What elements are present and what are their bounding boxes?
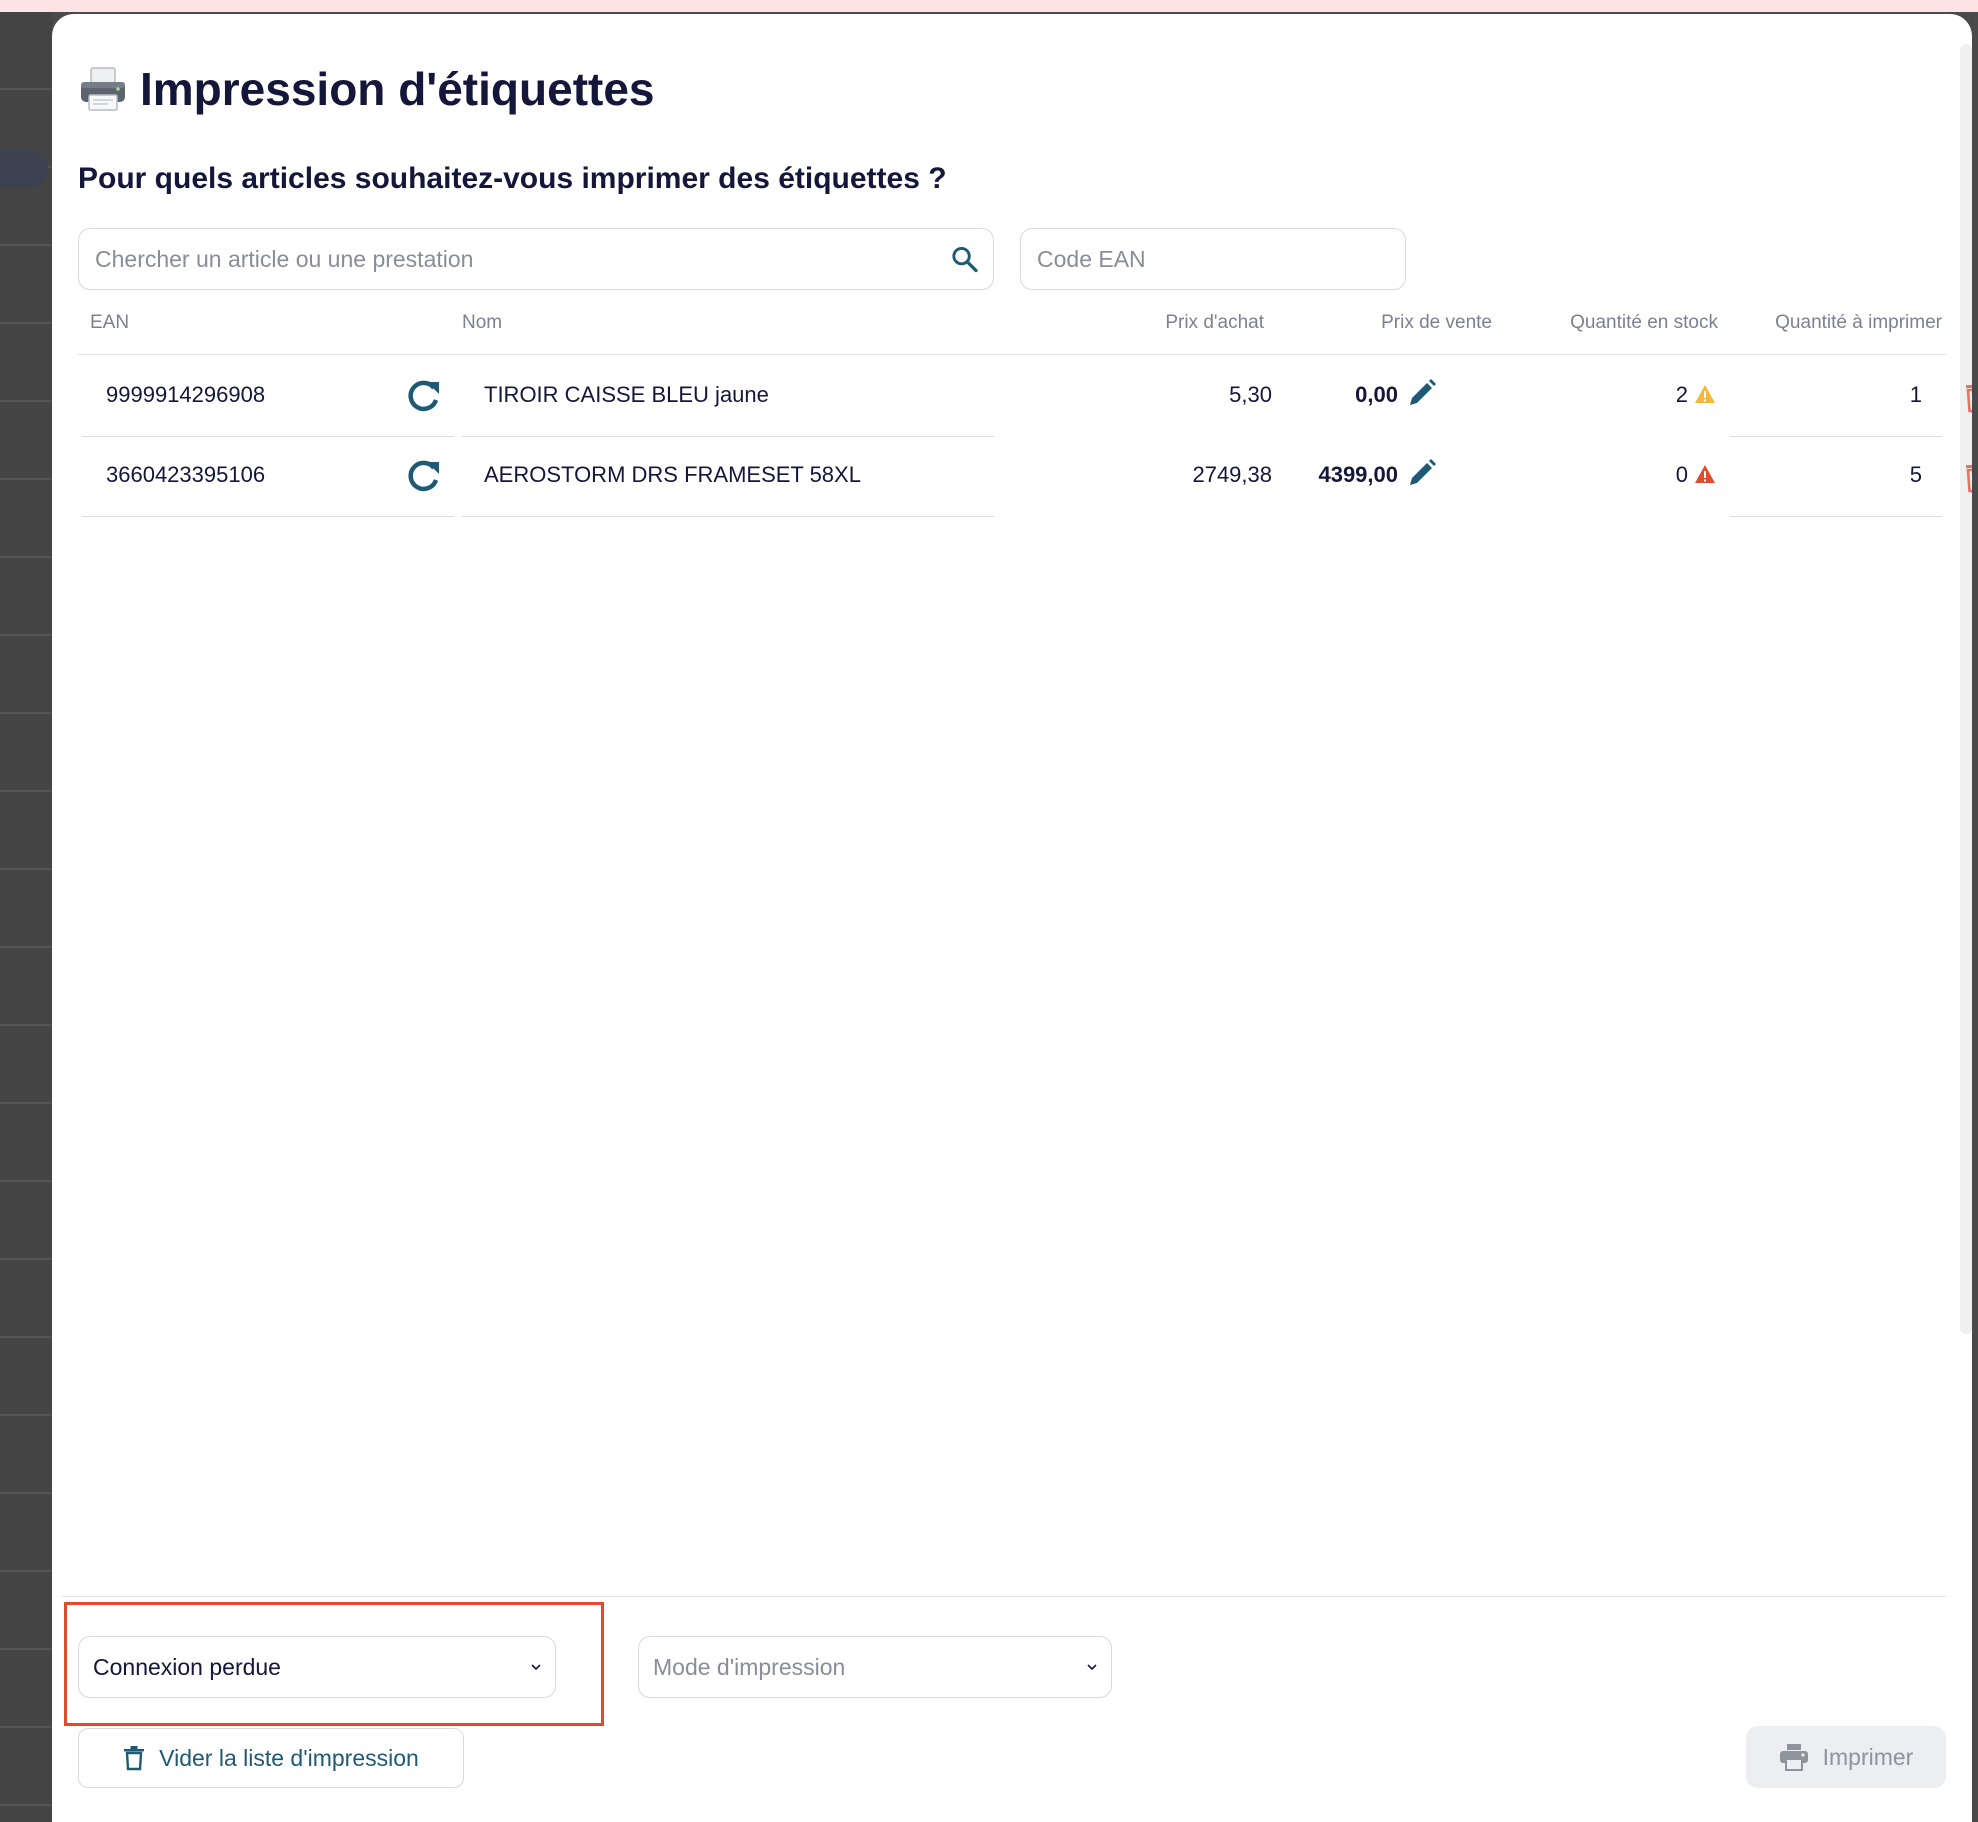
trash-icon [1966,465,1972,493]
row-divider [462,436,994,437]
chevron-down-icon [531,1664,541,1671]
refresh-ean-button[interactable] [402,374,446,418]
print-button[interactable]: Imprimer [1746,1726,1946,1788]
name-cell: AEROSTORM DRS FRAMESET 58XL [484,462,861,487]
stock-qty-cell: 2 [1675,382,1688,407]
pencil-icon [1410,379,1436,405]
refresh-ean-button[interactable] [402,454,446,498]
pencil-icon [1410,459,1436,485]
label-print-modal: Impression d'étiquettes Pour quels artic… [52,14,1972,1822]
delete-row-button[interactable] [1958,374,1972,418]
ean-code-field [1020,228,1406,290]
trash-icon [124,1746,145,1771]
ean-input[interactable] [1035,244,1391,274]
printer-icon [1779,1744,1808,1771]
top-strip [0,0,1978,12]
refresh-icon [408,460,439,492]
delete-row-button[interactable] [1958,454,1972,498]
print-button-label: Imprimer [1822,1743,1914,1770]
background-list [0,12,52,1822]
edit-price-button[interactable] [1404,375,1440,411]
purchase-price-cell: 5,30 [1229,382,1272,407]
column-header-print-qty: Quantité à imprimer [1775,312,1942,333]
clear-print-list-button[interactable]: Vider la liste d'impression [78,1728,464,1788]
row-divider [82,436,454,437]
row-divider [462,516,994,517]
modal-scrollbar[interactable] [1960,44,1972,1334]
chevron-down-icon [1087,1664,1097,1671]
article-search [78,228,994,290]
search-icon[interactable] [950,244,979,274]
column-header-name: Nom [462,312,503,333]
header-divider [78,354,1946,355]
column-header-sale-price: Prix de vente [1381,312,1492,333]
clear-print-list-label: Vider la liste d'impression [159,1744,419,1771]
ean-cell: 3660423395106 [106,462,266,487]
row-divider [1730,516,1942,517]
modal-header: Impression d'étiquettes [78,62,655,116]
trash-icon [1966,385,1972,413]
warning-triangle-icon [1695,465,1715,483]
sale-price-cell: 0,00 [1355,382,1398,407]
name-cell: TIROIR CAISSE BLEU jaune [484,382,769,407]
ean-cell: 9999914296908 [106,382,266,407]
column-header-stock-qty: Quantité en stock [1570,312,1718,333]
background-toggle [0,150,48,188]
sale-price-cell: 4399,00 [1318,462,1398,487]
print-mode-placeholder: Mode d'impression [653,1653,846,1680]
column-header-ean: EAN [90,312,130,333]
print-mode-select[interactable]: Mode d'impression [638,1636,1112,1698]
refresh-icon [408,380,439,412]
stock-qty-cell: 0 [1675,462,1688,487]
section-question: Pour quels articles souhaitez-vous impri… [78,162,947,195]
warning-triangle-icon [1695,385,1715,403]
column-header-purchase-price: Prix d'achat [1165,312,1264,333]
edit-price-button[interactable] [1404,455,1440,491]
print-qty-cell[interactable]: 1 [1752,382,1922,408]
printer-icon [81,67,125,111]
print-qty-cell[interactable]: 5 [1752,462,1922,488]
connection-status-value: Connexion perdue [93,1653,281,1680]
printer-connection-select[interactable]: Connexion perdue [78,1636,556,1698]
search-input[interactable] [93,244,951,274]
footer-divider [62,1596,1946,1597]
row-divider [82,516,454,517]
purchase-price-cell: 2749,38 [1192,462,1272,487]
row-divider [1730,436,1942,437]
page-title: Impression d'étiquettes [140,63,655,115]
